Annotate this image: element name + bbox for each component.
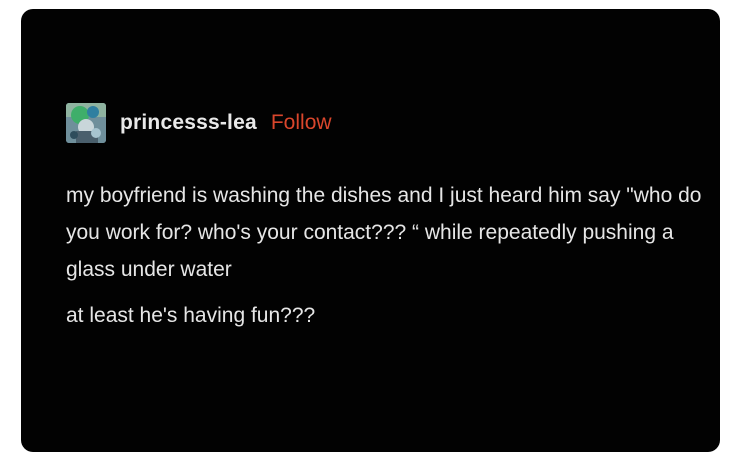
avatar-icon[interactable] [66,103,106,143]
username-link[interactable]: princesss-lea [120,111,257,135]
post-body: my boyfriend is washing the dishes and I… [66,177,706,334]
post-card: princesss-lea Follow my boyfriend is was… [21,9,720,452]
post-header: princesss-lea Follow [66,103,332,143]
post-paragraph: at least he's having fun??? [66,304,316,327]
post-paragraph: my boyfriend is washing the dishes and I… [66,184,702,281]
follow-button[interactable]: Follow [271,111,332,135]
